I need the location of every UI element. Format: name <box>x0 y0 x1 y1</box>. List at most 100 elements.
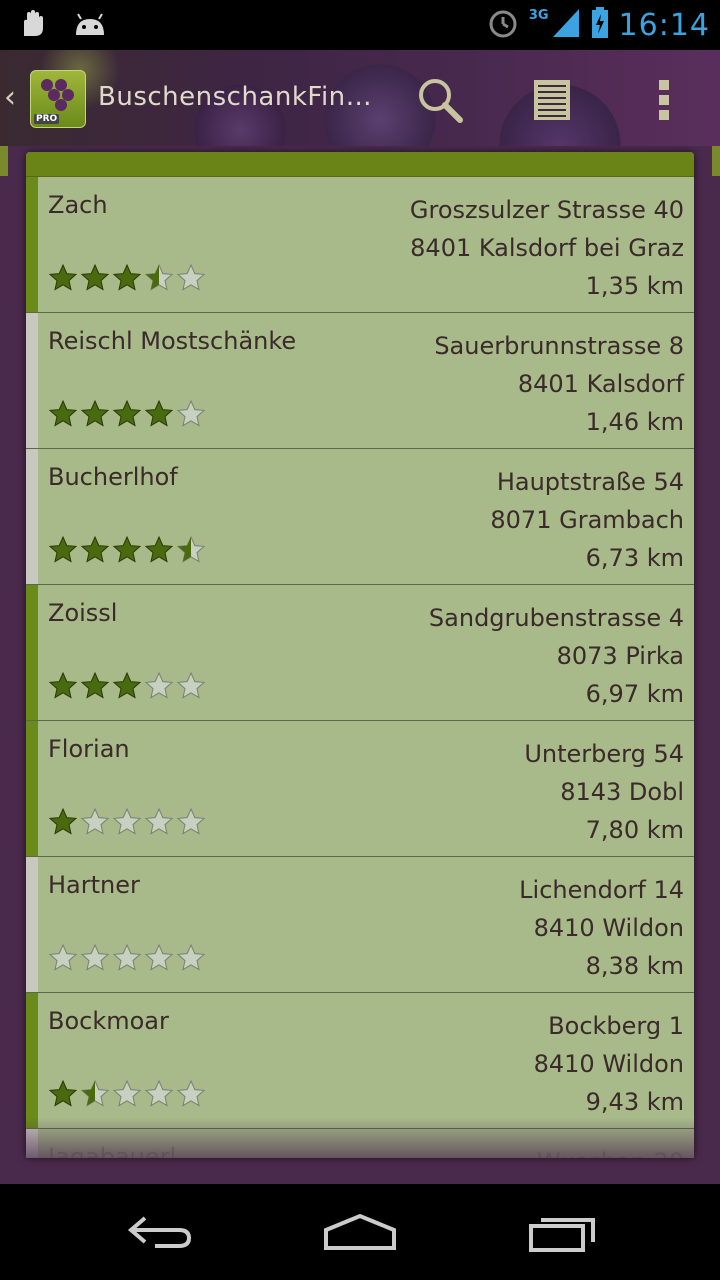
star-icon <box>48 1079 78 1107</box>
rating-stars <box>48 535 206 565</box>
up-caret-icon[interactable]: ‹ <box>4 80 16 115</box>
network-type-label: 3G <box>528 7 549 23</box>
navigation-bar <box>0 1184 720 1280</box>
row-indicator-bar <box>26 857 38 992</box>
list-item[interactable]: Bockmoar Bockberg 1 8410 Wildon 9,43 km <box>26 993 694 1129</box>
overflow-menu-icon <box>659 80 669 120</box>
item-name: Bucherlhof <box>48 463 178 491</box>
star-icon <box>176 1079 206 1107</box>
home-button[interactable] <box>315 1204 405 1260</box>
item-name: Florian <box>48 735 130 763</box>
app-title: BuschenschankFin… <box>98 82 373 112</box>
star-icon <box>144 807 174 835</box>
star-icon <box>48 943 78 971</box>
item-name: Zoissl <box>48 599 118 627</box>
item-distance: 6,73 km <box>585 544 684 572</box>
item-city: 8143 Dobl <box>560 778 684 806</box>
item-street: Unterberg 54 <box>524 740 684 768</box>
list-item[interactable]: Florian Unterberg 54 8143 Dobl 7,80 km <box>26 721 694 857</box>
item-city: 8071 Grambach <box>490 506 684 534</box>
star-icon <box>112 399 142 427</box>
item-city: 8410 Wildon <box>533 914 684 942</box>
rating-stars <box>48 943 206 973</box>
signal-icon <box>551 7 581 43</box>
row-indicator-bar <box>26 449 38 584</box>
row-indicator-bar <box>26 721 38 856</box>
list-view-button[interactable] <box>524 72 580 128</box>
list-item[interactable]: Reischl Mostschänke Sauerbrunnstrasse 8 84… <box>26 313 694 449</box>
star-icon <box>112 535 142 563</box>
item-street: Bockberg 1 <box>548 1012 684 1040</box>
star-icon <box>112 1079 142 1107</box>
item-distance: 1,35 km <box>585 272 684 300</box>
hand-notification-icon <box>20 10 46 42</box>
alarm-icon <box>487 7 519 43</box>
list-item[interactable]: Bucherlhof Hauptstraße 54 8071 Grambach 6,7… <box>26 449 694 585</box>
star-icon <box>80 399 110 427</box>
rating-stars <box>48 807 206 837</box>
star-icon <box>112 943 142 971</box>
item-address: Bockberg 1 8410 Wildon 9,43 km <box>534 1007 684 1121</box>
star-icon <box>80 943 110 971</box>
back-button[interactable] <box>115 1204 205 1260</box>
item-name: Zach <box>48 191 108 219</box>
back-icon <box>127 1216 192 1248</box>
star-icon <box>144 671 174 699</box>
star-icon <box>80 263 110 291</box>
list-item[interactable]: Zoissl Sandgrubenstrasse 4 8073 Pirka 6,97 … <box>26 585 694 721</box>
recent-apps-button[interactable] <box>517 1204 607 1260</box>
list-item[interactable]: Hartner Lichendorf 14 8410 Wildon 8,38 km <box>26 857 694 993</box>
item-street: Lichendorf 14 <box>519 876 684 904</box>
item-street: Hauptstraße 54 <box>496 468 684 496</box>
row-indicator-bar <box>26 585 38 720</box>
item-distance: 1,46 km <box>585 408 684 436</box>
star-icon <box>112 263 142 291</box>
app-logo[interactable]: PRO <box>30 70 86 128</box>
item-distance: 6,97 km <box>585 680 684 708</box>
rating-stars <box>48 1079 206 1109</box>
item-distance: 9,43 km <box>585 1088 684 1116</box>
item-address: Hauptstraße 54 8071 Grambach 6,73 km <box>490 463 684 577</box>
item-street: Sauerbrunnstrasse 8 <box>434 332 684 360</box>
item-city: 8410 Wildon <box>533 1050 684 1078</box>
star-icon <box>176 535 206 563</box>
item-city: 8073 Pirka <box>556 642 684 670</box>
overflow-menu-button[interactable] <box>636 72 692 128</box>
star-icon <box>176 807 206 835</box>
search-button[interactable] <box>412 72 468 128</box>
star-icon <box>176 399 206 427</box>
list-item[interactable]: Zach Groszsulzer Strasse 40 8401 Kalsdorf … <box>26 177 694 313</box>
star-icon <box>80 1079 110 1107</box>
rating-stars <box>48 671 206 701</box>
list-icon <box>534 80 570 120</box>
item-address: Sandgrubenstrasse 4 8073 Pirka 6,97 km <box>429 599 684 713</box>
buschenschank-list[interactable]: Zach Groszsulzer Strasse 40 8401 Kalsdorf … <box>26 152 694 1158</box>
item-distance: 8,38 km <box>585 952 684 980</box>
action-bar: ‹ PRO BuschenschankFin… <box>0 50 720 146</box>
star-icon <box>48 671 78 699</box>
star-icon <box>144 535 174 563</box>
star-icon <box>48 399 78 427</box>
item-street: Sandgrubenstrasse 4 <box>428 604 684 632</box>
star-icon <box>176 671 206 699</box>
star-icon <box>176 263 206 291</box>
star-icon <box>112 807 142 835</box>
content-area: Zach Groszsulzer Strasse 40 8401 Kalsdorf … <box>0 146 720 1184</box>
item-name: Bockmoar <box>48 1007 169 1035</box>
rating-stars <box>48 399 206 429</box>
item-address: Unterberg 54 8143 Dobl 7,80 km <box>524 735 684 849</box>
star-icon <box>48 535 78 563</box>
item-name: Reischl Mostschänke <box>48 327 297 355</box>
item-address: Sauerbrunnstrasse 8 8401 Kalsdorf 1,46 km <box>434 327 684 441</box>
row-indicator-bar <box>26 177 38 312</box>
star-icon <box>176 943 206 971</box>
item-city: 8401 Kalsdorf bei Graz <box>410 234 684 262</box>
item-street: Groszsulzer Strasse 40 <box>409 196 684 224</box>
battery-charging-icon <box>591 7 609 43</box>
star-icon <box>80 807 110 835</box>
rating-stars <box>48 263 206 293</box>
status-bar: 3G 16:14 <box>0 0 720 50</box>
list-header <box>26 152 694 177</box>
item-address: Lichendorf 14 8410 Wildon 8,38 km <box>519 871 684 985</box>
star-icon <box>144 399 174 427</box>
